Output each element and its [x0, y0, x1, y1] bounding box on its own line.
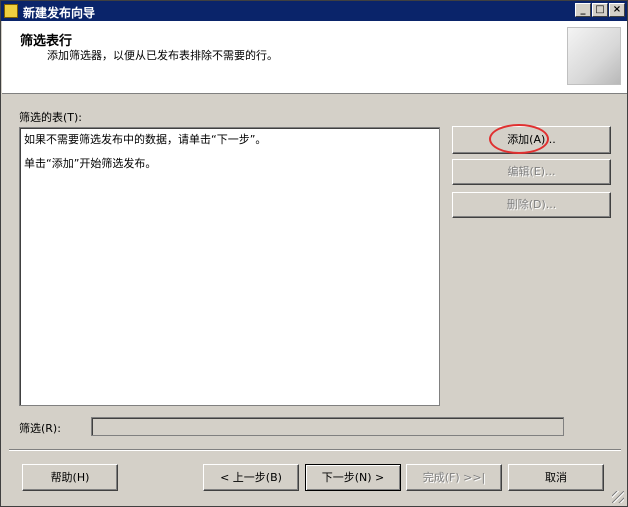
list-item: 如果不需要筛选发布中的数据，请单击“下一步”。	[24, 133, 267, 146]
help-button[interactable]: 帮助(H)	[22, 464, 118, 491]
app-icon	[4, 4, 18, 18]
filtered-tables-label: 筛选的表(T):	[19, 111, 83, 124]
delete-button[interactable]: 删除(D)...	[452, 192, 611, 218]
finish-button[interactable]: 完成(F) >>|	[406, 464, 502, 491]
cancel-button[interactable]: 取消	[508, 464, 604, 491]
filter-label: 筛选(R):	[19, 422, 61, 435]
edit-button[interactable]: 编辑(E)...	[452, 159, 611, 185]
minimize-button[interactable]: _	[575, 3, 591, 17]
wizard-header: 筛选表行 添加筛选器，以便从已发布表排除不需要的行。	[2, 21, 627, 94]
back-button[interactable]: < 上一步(B)	[203, 464, 299, 491]
title-bar: 新建发布向导 _ □ ×	[1, 1, 627, 21]
close-button[interactable]: ×	[609, 3, 625, 17]
filtered-tables-list[interactable]: 如果不需要筛选发布中的数据，请单击“下一步”。 单击“添加”开始筛选发布。	[19, 127, 440, 406]
highlight-circle	[489, 124, 549, 154]
window-title: 新建发布向导	[23, 6, 96, 20]
wizard-window: 新建发布向导 _ □ × 筛选表行 添加筛选器，以便从已发布表排除不需要的行。 …	[0, 0, 628, 507]
page-subtitle: 添加筛选器，以便从已发布表排除不需要的行。	[47, 49, 278, 62]
next-button[interactable]: 下一步(N) >	[305, 464, 401, 491]
list-item: 单击“添加”开始筛选发布。	[24, 157, 157, 170]
resize-grip-icon[interactable]	[612, 491, 624, 503]
wizard-graphic-icon	[567, 27, 621, 85]
filter-field[interactable]	[91, 417, 564, 436]
separator	[9, 449, 621, 451]
maximize-button[interactable]: □	[592, 3, 608, 17]
